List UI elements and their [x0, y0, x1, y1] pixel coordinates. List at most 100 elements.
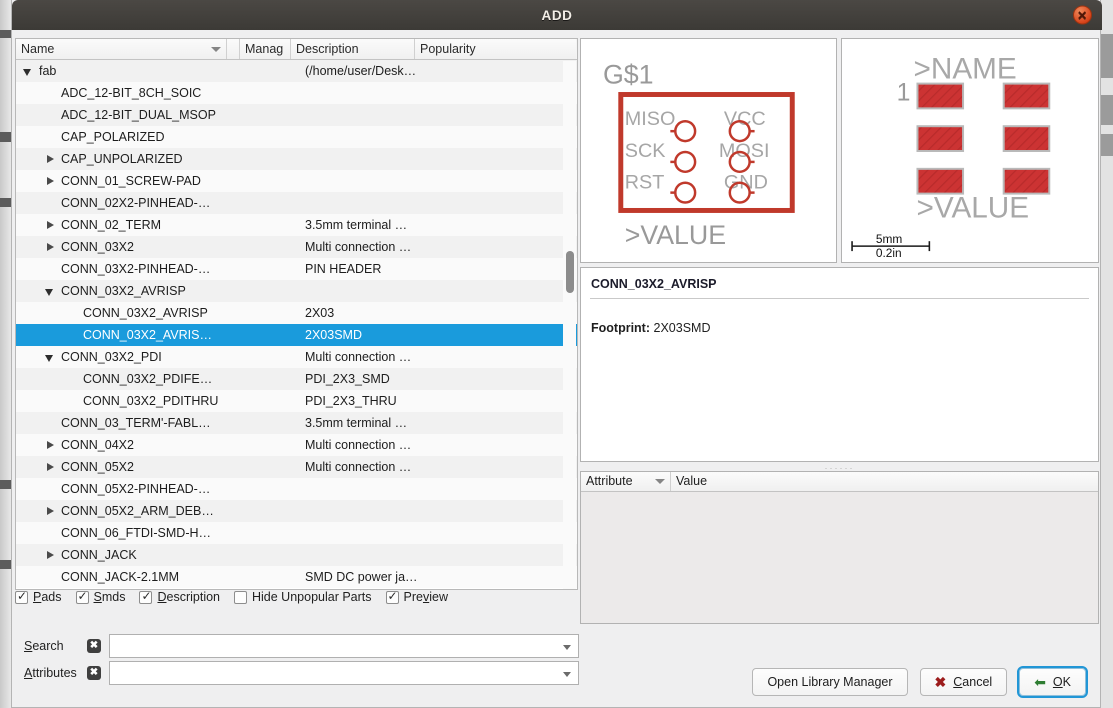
table-row[interactable]: CONN_05X2-PINHEAD-…: [16, 478, 577, 500]
checkbox-smds[interactable]: Smds: [75, 589, 125, 604]
tree-row-label: CONN_06_FTDI-SMD-H…: [61, 526, 212, 540]
table-row[interactable]: CONN_03X2 Multi connection …: [16, 236, 577, 258]
tree-row-label: CONN_03X2_PDIFE…: [83, 372, 213, 386]
table-row[interactable]: CONN_03X2-PINHEAD-… PIN HEADER: [16, 258, 577, 280]
tree-vertical-scrollbar[interactable]: [563, 61, 576, 589]
tree-row-name-cell: fab: [16, 64, 240, 78]
checkbox-description[interactable]: Description: [139, 589, 220, 604]
tree-row-label: CONN_03X2-PINHEAD-…: [61, 262, 211, 276]
checkbox-pads[interactable]: Pads: [15, 589, 62, 604]
table-row[interactable]: fab (/home/user/Desk…: [16, 60, 577, 82]
package-scale-in: 0.2in: [876, 246, 902, 260]
panel-splitter-handle[interactable]: ······: [580, 463, 1099, 473]
table-row[interactable]: CONN_JACK-2.1MM SMD DC power ja…: [16, 566, 577, 588]
chevron-right-icon[interactable]: [44, 461, 57, 474]
checkbox-icon[interactable]: [385, 589, 399, 604]
search-input[interactable]: [110, 635, 550, 657]
symbol-pin-label-mosi: MOSI: [719, 140, 770, 162]
column-header-manager[interactable]: Manag: [240, 39, 291, 59]
chevron-right-icon[interactable]: [44, 153, 57, 166]
table-row[interactable]: CONN_05X2 Multi connection …: [16, 456, 577, 478]
tree-row-container: fab (/home/user/Desk… ADC_12-BIT_8CH_SOIC A…: [16, 60, 577, 589]
tree-row-description-cell: Multi connection …: [305, 460, 412, 474]
table-row[interactable]: CONN_03X2_AVRISP: [16, 280, 577, 302]
checkbox-icon[interactable]: [234, 590, 247, 604]
tree-row-label: CONN_01_SCREW-PAD: [61, 174, 201, 188]
chevron-right-icon[interactable]: [44, 175, 57, 188]
table-row[interactable]: ADC_12-BIT_DUAL_MSOP: [16, 104, 577, 126]
chevron-right-icon[interactable]: [44, 439, 57, 452]
chevron-down-icon[interactable]: [563, 645, 571, 650]
table-row[interactable]: CONN_02X2-PINHEAD-…: [16, 192, 577, 214]
checkbox-preview[interactable]: Preview: [385, 589, 448, 604]
attributes-combo[interactable]: [109, 661, 579, 685]
attributes-row: Attributes ✖: [15, 661, 579, 685]
tree-row-description-cell: 3.5mm terminal …: [305, 416, 408, 430]
ok-button[interactable]: ⬅ OK: [1017, 666, 1088, 698]
tree-row-name-cell: CONN_03X2_AVRISP: [16, 306, 240, 320]
column-header-popularity-label: Popularity: [420, 42, 476, 56]
table-row[interactable]: CAP_POLARIZED: [16, 126, 577, 148]
tree-scrollbar-thumb[interactable]: [566, 251, 574, 293]
close-icon[interactable]: ✕: [1073, 5, 1092, 25]
open-library-manager-button[interactable]: Open Library Manager: [752, 668, 908, 696]
table-row[interactable]: CONN_05X2_ARM_DEB…: [16, 500, 577, 522]
clear-search-button[interactable]: ✖: [87, 639, 101, 653]
clear-attributes-button[interactable]: ✖: [87, 666, 101, 680]
symbol-preview-svg: G$1 MISO SCK RST VCC MOSI GND >VALUE: [603, 60, 795, 250]
table-row[interactable]: CONN_03X2_PDIFE… PDI_2X3_SMD: [16, 368, 577, 390]
table-row[interactable]: CONN_06_FTDI-SMD-H…: [16, 522, 577, 544]
attributes-column-attribute[interactable]: Attribute: [581, 472, 671, 491]
tree-row-label: CAP_POLARIZED: [61, 130, 165, 144]
chevron-down-icon[interactable]: [22, 65, 35, 78]
attributes-input[interactable]: [110, 662, 550, 684]
attributes-table[interactable]: Attribute Value: [580, 471, 1099, 624]
add-dialog: ADD ✕ Name Manag Description Popularity …: [11, 0, 1102, 708]
library-tree[interactable]: Name Manag Description Popularity fab (/h…: [15, 38, 578, 590]
chevron-right-icon[interactable]: [44, 505, 57, 518]
chevron-right-icon[interactable]: [44, 241, 57, 254]
table-row[interactable]: CONN_03X2_AVRISP 2X03: [16, 302, 577, 324]
checkbox-icon[interactable]: [75, 589, 89, 604]
package-value-text: >VALUE: [916, 191, 1029, 224]
table-row[interactable]: CONN_04X2 Multi connection …: [16, 434, 577, 456]
checkbox-icon[interactable]: [139, 589, 153, 604]
tree-row-name-cell: CONN_03X2_PDIFE…: [16, 372, 240, 386]
column-header-spacer[interactable]: [227, 39, 240, 59]
chevron-down-icon[interactable]: [563, 672, 571, 677]
cancel-button[interactable]: ✖ Cancel: [919, 668, 1008, 696]
checkbox-icon[interactable]: [15, 589, 28, 604]
package-pads: [916, 82, 1051, 195]
tree-row-name-cell: ADC_12-BIT_8CH_SOIC: [16, 86, 240, 100]
attributes-column-value[interactable]: Value: [671, 472, 1098, 491]
package-preview-svg: >NAME 1 >VALUE 5mm 0.2in: [851, 53, 1051, 260]
table-row[interactable]: CAP_UNPOLARIZED: [16, 148, 577, 170]
part-info-footprint: Footprint: 2X03SMD: [581, 299, 1098, 335]
column-header-description[interactable]: Description: [291, 39, 415, 59]
table-row[interactable]: CONN_03X2_PDI Multi connection …: [16, 346, 577, 368]
tree-row-name-cell: CONN_03X2_AVRIS…: [16, 328, 240, 342]
table-row[interactable]: CONN_03X2_AVRIS… 2X03SMD: [16, 324, 577, 346]
chevron-right-icon[interactable]: [44, 219, 57, 232]
tree-row-label: CONN_03X2_PDITHRU: [83, 394, 219, 408]
tree-row-label: CAP_UNPOLARIZED: [61, 152, 183, 166]
table-row[interactable]: CONN_02_TERM 3.5mm terminal …: [16, 214, 577, 236]
ok-label: OK: [1052, 675, 1071, 689]
table-row[interactable]: ADC_12-BIT_8CH_SOIC: [16, 82, 577, 104]
package-pin-one-label: 1: [897, 79, 911, 106]
chevron-down-icon[interactable]: [44, 351, 57, 364]
column-header-popularity[interactable]: Popularity: [415, 39, 576, 59]
search-combo[interactable]: [109, 634, 579, 658]
column-header-name[interactable]: Name: [16, 39, 227, 59]
checkbox-hide-unpopular-parts[interactable]: Hide Unpopular Parts: [234, 590, 372, 604]
chevron-down-icon[interactable]: [44, 285, 57, 298]
table-row[interactable]: CONN_JACK: [16, 544, 577, 566]
table-row[interactable]: CONN_03_TERM'-FABL… 3.5mm terminal …: [16, 412, 577, 434]
table-row[interactable]: CONN_01_SCREW-PAD: [16, 170, 577, 192]
table-row[interactable]: CONN_03X2_PDITHRU PDI_2X3_THRU: [16, 390, 577, 412]
chevron-right-icon[interactable]: [44, 549, 57, 562]
